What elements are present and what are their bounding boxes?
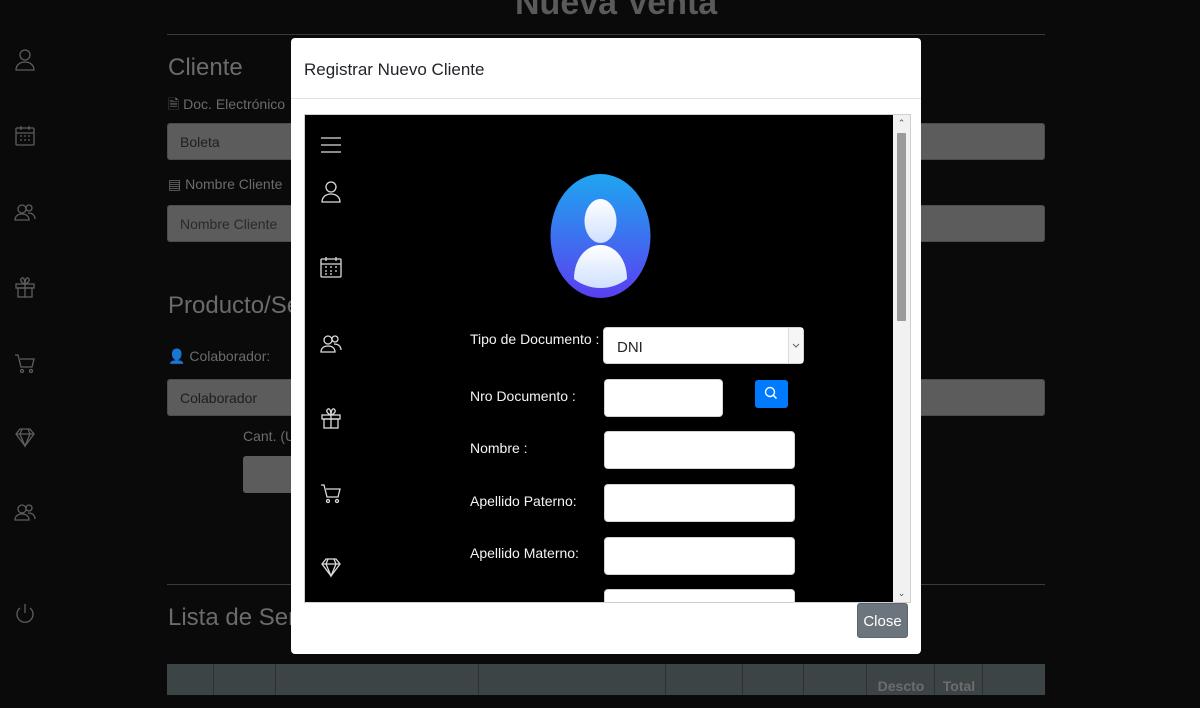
avatar <box>550 173 651 299</box>
apellido-materno-input[interactable] <box>604 537 795 575</box>
cantidad-input[interactable] <box>243 456 297 493</box>
table-header-descto: Descto <box>866 664 935 695</box>
users-icon[interactable] <box>12 499 38 525</box>
cart-icon[interactable] <box>12 350 38 376</box>
diamond-icon[interactable] <box>12 424 38 450</box>
divider <box>167 34 1045 35</box>
nombre-cliente-label: ▤ Nombre Cliente <box>168 176 283 192</box>
nombre-cliente-input[interactable]: Nombre Cliente <box>167 205 297 242</box>
modal-embedded-frame[interactable]: Tipo de Documento : DNI Nro Documento : … <box>304 114 911 603</box>
table-header-total: Total <box>934 664 983 695</box>
sidebar <box>0 0 50 695</box>
apellido-materno-label: Apellido Materno: <box>470 545 579 561</box>
table-header-cell <box>742 664 804 695</box>
table-header-cell <box>478 664 666 695</box>
nro-documento-input[interactable] <box>604 379 723 417</box>
search-button[interactable] <box>755 380 788 408</box>
colaborador-select[interactable]: Colaborador <box>167 379 297 416</box>
table-header-cell <box>275 664 479 695</box>
user-icon: 👤 <box>168 348 186 364</box>
colaborador-label: 👤 Colaborador: <box>168 348 271 364</box>
doc-electronico-select[interactable]: Boleta <box>167 123 297 160</box>
background-input[interactable] <box>917 205 1045 242</box>
cantidad-label: Cant. (U <box>243 428 296 444</box>
apellido-paterno-label: Apellido Paterno: <box>470 493 577 509</box>
gift-icon[interactable] <box>319 406 343 430</box>
register-client-modal: Registrar Nuevo Cliente Tipo de Document… <box>291 38 921 654</box>
tipo-documento-select[interactable]: DNI <box>603 327 804 364</box>
doc-electronico-label: 🗎 Doc. Electrónico <box>168 96 286 112</box>
modal-header: Registrar Nuevo Cliente <box>291 38 921 99</box>
calendar-icon[interactable] <box>12 123 38 149</box>
apellido-paterno-input[interactable] <box>604 484 795 522</box>
users-icon[interactable] <box>319 331 343 355</box>
cart-icon[interactable] <box>319 481 343 505</box>
lista-heading: Lista de Serv <box>168 604 309 631</box>
cliente-heading: Cliente <box>168 54 243 81</box>
table-header-cell <box>213 664 276 695</box>
nombre-label: Nombre : <box>470 440 528 456</box>
scroll-up-icon[interactable]: ⌃ <box>896 118 907 129</box>
next-field-input[interactable] <box>604 589 795 602</box>
modal-title: Registrar Nuevo Cliente <box>304 60 485 79</box>
scroll-down-icon[interactable]: ⌄ <box>896 588 907 599</box>
gift-icon[interactable] <box>12 274 38 300</box>
table-header-cell <box>803 664 867 695</box>
producto-heading: Producto/Se <box>168 292 301 319</box>
power-icon[interactable] <box>12 601 38 627</box>
calendar-icon[interactable] <box>319 255 343 279</box>
scrollbar-thumb[interactable] <box>897 133 906 321</box>
diamond-icon[interactable] <box>319 555 343 579</box>
table-header-cell <box>982 664 1046 695</box>
nombre-input[interactable] <box>604 431 795 469</box>
background-select-2[interactable] <box>917 379 1045 416</box>
chevron-down-icon <box>788 328 803 363</box>
id-card-icon: ▤ <box>168 176 182 192</box>
page-title: Nueva Venta <box>515 0 718 22</box>
tipo-documento-label: Tipo de Documento : <box>470 331 600 347</box>
user-icon[interactable] <box>12 47 38 73</box>
nro-documento-label: Nro Documento : <box>470 388 576 404</box>
user-icon[interactable] <box>319 180 343 204</box>
close-button[interactable]: Close <box>857 603 908 638</box>
background-select[interactable] <box>917 123 1045 160</box>
search-icon <box>764 386 778 400</box>
table-header-cell <box>665 664 743 695</box>
hamburger-menu-icon[interactable] <box>319 133 343 157</box>
scrollbar[interactable]: ⌃ ⌄ <box>893 115 910 602</box>
users-icon[interactable] <box>12 199 38 225</box>
table-header: Descto Total <box>167 664 1045 695</box>
document-icon: 🗎 <box>168 96 180 112</box>
